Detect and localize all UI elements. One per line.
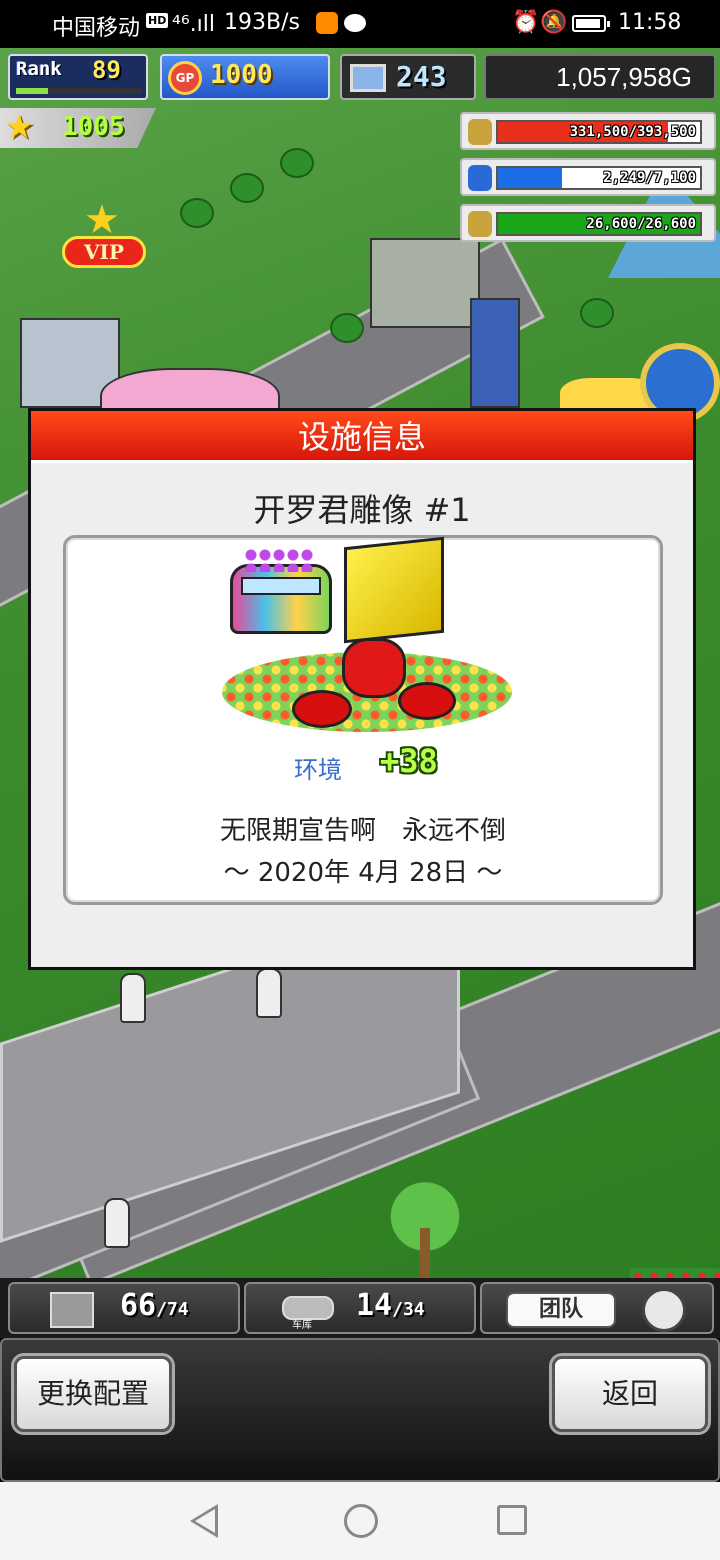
star-value: 1005: [62, 112, 125, 142]
statue-image: [222, 536, 512, 752]
garage-max: /34: [392, 1299, 425, 1320]
swap-config-button[interactable]: 更换配置: [14, 1356, 172, 1432]
fuel-can-icon: [468, 165, 492, 191]
dialog-header: 设施信息: [31, 411, 693, 463]
resource-text: 2,249/7,100: [603, 170, 696, 186]
system-nav-bar: [0, 1482, 720, 1560]
racer-character[interactable]: [120, 973, 146, 1023]
inscription-date: ～ 2020年 4月 28日 ～: [223, 858, 503, 888]
rank-display[interactable]: Rank 89: [8, 54, 148, 100]
coin-stack-icon: [468, 119, 492, 145]
facility-name: 开罗君雕像 #1: [253, 491, 471, 529]
alarm-icon: ⏰: [512, 10, 540, 35]
dialog-title: 设施信息: [297, 418, 426, 456]
status-bar: 中国移动 HD ⁴⁶.ıll 193B/s ⏰ 🔕 11:58: [0, 0, 720, 48]
facility-slots-value: 66/74: [120, 1288, 189, 1323]
mechanic-character[interactable]: [104, 1198, 130, 1248]
vip-badge[interactable]: ★ VIP: [62, 200, 146, 270]
battery-icon: [572, 15, 610, 32]
resource-text: 26,600/26,600: [586, 216, 696, 232]
inscription-line: 无限期宣告啊 永远不倒: [219, 816, 506, 846]
staff-character[interactable]: [256, 968, 282, 1018]
rank-value: 89: [92, 56, 121, 84]
bus-window: [241, 577, 321, 595]
crown-icon: ★: [84, 197, 120, 243]
tree: [330, 313, 364, 343]
resource-text: 331,500/393,500: [569, 124, 696, 140]
warehouse-building[interactable]: [370, 238, 480, 328]
gp-value: 1000: [210, 60, 273, 90]
team-button[interactable]: 团队: [506, 1292, 616, 1328]
action-bar: 更换配置 返回: [0, 1338, 720, 1482]
nav-home-icon[interactable]: [344, 1504, 378, 1538]
gp-coin-icon: GP: [168, 61, 202, 95]
nav-recent-apps-icon[interactable]: [497, 1505, 527, 1535]
helmet-icon: [642, 1288, 686, 1332]
signal-icon: ⁴⁶.ıll: [172, 12, 215, 37]
tree: [230, 173, 264, 203]
resource-track: 331,500/393,500: [496, 120, 702, 144]
resource-food-bar[interactable]: 26,600/26,600: [460, 204, 716, 242]
vip-label: VIP: [62, 236, 146, 268]
resource-fill: [498, 168, 563, 188]
rank-progress-fill: [16, 88, 48, 94]
statue-foot: [292, 690, 352, 728]
flowers: [630, 1268, 720, 1278]
bottom-counters: 66/74 车库 14/34 团队: [0, 1278, 720, 1338]
environment-value: +38: [380, 742, 438, 780]
facility-info-dialog: 设施信息 开罗君雕像 #1 环境 +38 无限期宣告啊 永远不倒 ～ 2020年…: [28, 408, 696, 970]
gp-display[interactable]: GP 1000: [160, 54, 330, 100]
star-display[interactable]: ★ 1005: [0, 108, 156, 148]
money-display[interactable]: 1,057,958G: [484, 54, 716, 100]
tree: [580, 298, 614, 328]
rank-label: Rank: [16, 58, 62, 80]
hippie-bus: [230, 564, 332, 634]
garage-label: 车库: [292, 1320, 312, 1331]
slots-max: /74: [156, 1299, 189, 1320]
palm-tree: [380, 1178, 470, 1278]
resource-track: 26,600/26,600: [496, 212, 702, 236]
carrier-name: 中国移动: [52, 16, 141, 41]
rank-progress-bar: [16, 88, 142, 94]
tower-building[interactable]: [470, 298, 520, 408]
back-button[interactable]: 返回: [552, 1356, 708, 1432]
bus-flowers: [244, 548, 314, 572]
hd-icon: HD: [146, 13, 169, 28]
statue-body: [342, 638, 406, 698]
team-counter[interactable]: 团队: [480, 1282, 714, 1334]
research-display[interactable]: 243: [340, 54, 476, 100]
resource-fuel-bar[interactable]: 2,249/7,100: [460, 158, 716, 196]
clock: 11:58: [618, 10, 682, 35]
slots-current: 66: [120, 1288, 157, 1323]
computer-icon: [350, 64, 386, 92]
garage-value: 14/34: [356, 1288, 425, 1323]
statue-head: [344, 536, 444, 644]
car-icon: 车库: [282, 1290, 336, 1331]
resource-track: 2,249/7,100: [496, 166, 702, 190]
network-speed: 193B/s: [224, 10, 300, 35]
wheat-icon: [468, 211, 492, 237]
star-icon: ★: [4, 107, 35, 147]
statue-foot: [398, 682, 456, 720]
garage-current: 14: [356, 1288, 393, 1323]
land-tile-icon: [50, 1292, 94, 1328]
nav-back-icon[interactable]: [190, 1504, 218, 1538]
facility-slots-counter[interactable]: 66/74: [8, 1282, 240, 1334]
research-value: 243: [396, 60, 447, 93]
chat-bubble-icon: [344, 14, 366, 32]
notification-app-icon: [316, 12, 338, 34]
tree: [180, 198, 214, 228]
environment-label: 环境: [294, 756, 342, 784]
garage-counter[interactable]: 车库 14/34: [244, 1282, 476, 1334]
tree: [280, 148, 314, 178]
mute-icon: 🔕: [540, 10, 568, 35]
facility-detail-panel: 环境 +38 无限期宣告啊 永远不倒 ～ 2020年 4月 28日 ～: [63, 535, 663, 905]
resource-money-bar[interactable]: 331,500/393,500: [460, 112, 716, 150]
